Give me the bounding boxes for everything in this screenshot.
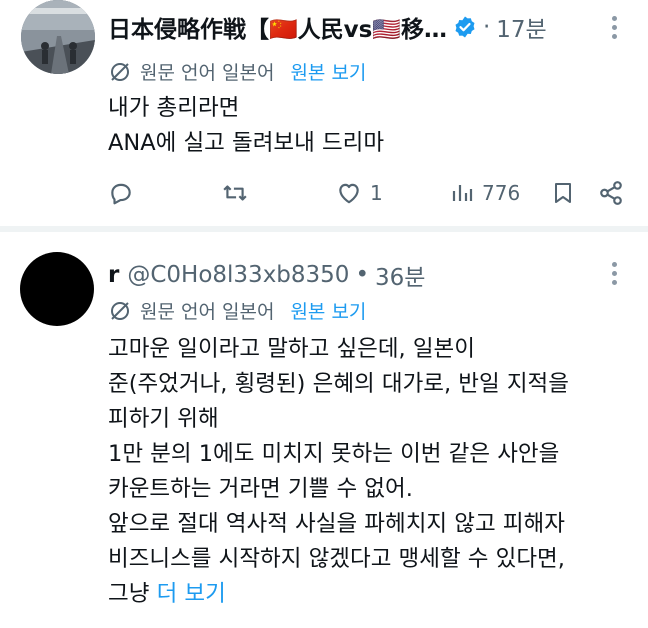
like-icon bbox=[339, 183, 359, 204]
views-icon bbox=[452, 185, 473, 201]
translation-bar: 원문 언어 일본어 원본 보기 bbox=[108, 297, 366, 324]
author-name[interactable]: 日本侵略作戦【🇨🇳人民vs🇺🇸移… bbox=[108, 10, 447, 44]
views-count: 776 bbox=[482, 181, 521, 205]
view-original-link[interactable]: 원본 보기 bbox=[290, 297, 366, 324]
view-original-link[interactable]: 원본 보기 bbox=[290, 58, 366, 85]
more-icon[interactable] bbox=[612, 262, 618, 289]
post-time[interactable]: 17분 bbox=[496, 10, 546, 44]
translation-label: 원문 언어 일본어 bbox=[140, 301, 275, 323]
reply-icon bbox=[111, 183, 131, 205]
post[interactable]: 日本侵略作戦【🇨🇳人民vs🇺🇸移… · 17분 원문 언어 일본어 원본 보기 … bbox=[0, 0, 648, 226]
show-more-link[interactable]: 더 보기 bbox=[157, 581, 226, 607]
avatar[interactable] bbox=[20, 252, 94, 326]
translation-bar: 원문 언어 일본어 원본 보기 bbox=[108, 58, 366, 85]
like-count: 1 bbox=[370, 181, 383, 205]
share-button[interactable] bbox=[598, 180, 624, 206]
separator-dot: • bbox=[355, 262, 370, 288]
translate-icon bbox=[111, 301, 129, 320]
author-name[interactable]: r bbox=[108, 262, 119, 288]
verified-icon bbox=[455, 16, 475, 38]
more-icon[interactable] bbox=[612, 16, 618, 43]
bookmark-icon bbox=[555, 183, 571, 203]
post-time[interactable]: 36분 bbox=[375, 258, 425, 292]
post-text-content: 고마운 일이라고 말하고 싶은데, 일본이 준(주었거나, 횡령된) 은혜의 대… bbox=[108, 336, 569, 607]
separator-dot: · bbox=[482, 14, 491, 40]
post-divider bbox=[0, 226, 648, 232]
views-button[interactable]: 776 bbox=[450, 180, 520, 206]
post-text: 내가 총리라면 ANA에 실고 돌려보내 드리마 bbox=[108, 95, 385, 156]
share-icon bbox=[600, 181, 622, 205]
post-header: 日本侵略作戦【🇨🇳人民vs🇺🇸移… · 17분 bbox=[108, 10, 547, 44]
repost-icon bbox=[223, 185, 247, 201]
translate-icon bbox=[111, 62, 129, 81]
post-text: 고마운 일이라고 말하고 싶은데, 일본이 준(주었거나, 횡령된) 은혜의 대… bbox=[108, 332, 569, 612]
action-bar: 1 776 bbox=[108, 180, 628, 214]
avatar-image bbox=[21, 0, 95, 74]
reply-button[interactable] bbox=[108, 180, 134, 206]
post-header: r @C0Ho8l33xb8350 • 36분 bbox=[108, 258, 425, 292]
bookmark-button[interactable] bbox=[551, 180, 575, 206]
translation-label: 원문 언어 일본어 bbox=[140, 62, 275, 84]
like-button[interactable]: 1 bbox=[336, 180, 383, 206]
avatar[interactable] bbox=[21, 0, 95, 74]
author-handle[interactable]: @C0Ho8l33xb8350 bbox=[127, 262, 349, 288]
repost-button[interactable] bbox=[221, 180, 249, 206]
